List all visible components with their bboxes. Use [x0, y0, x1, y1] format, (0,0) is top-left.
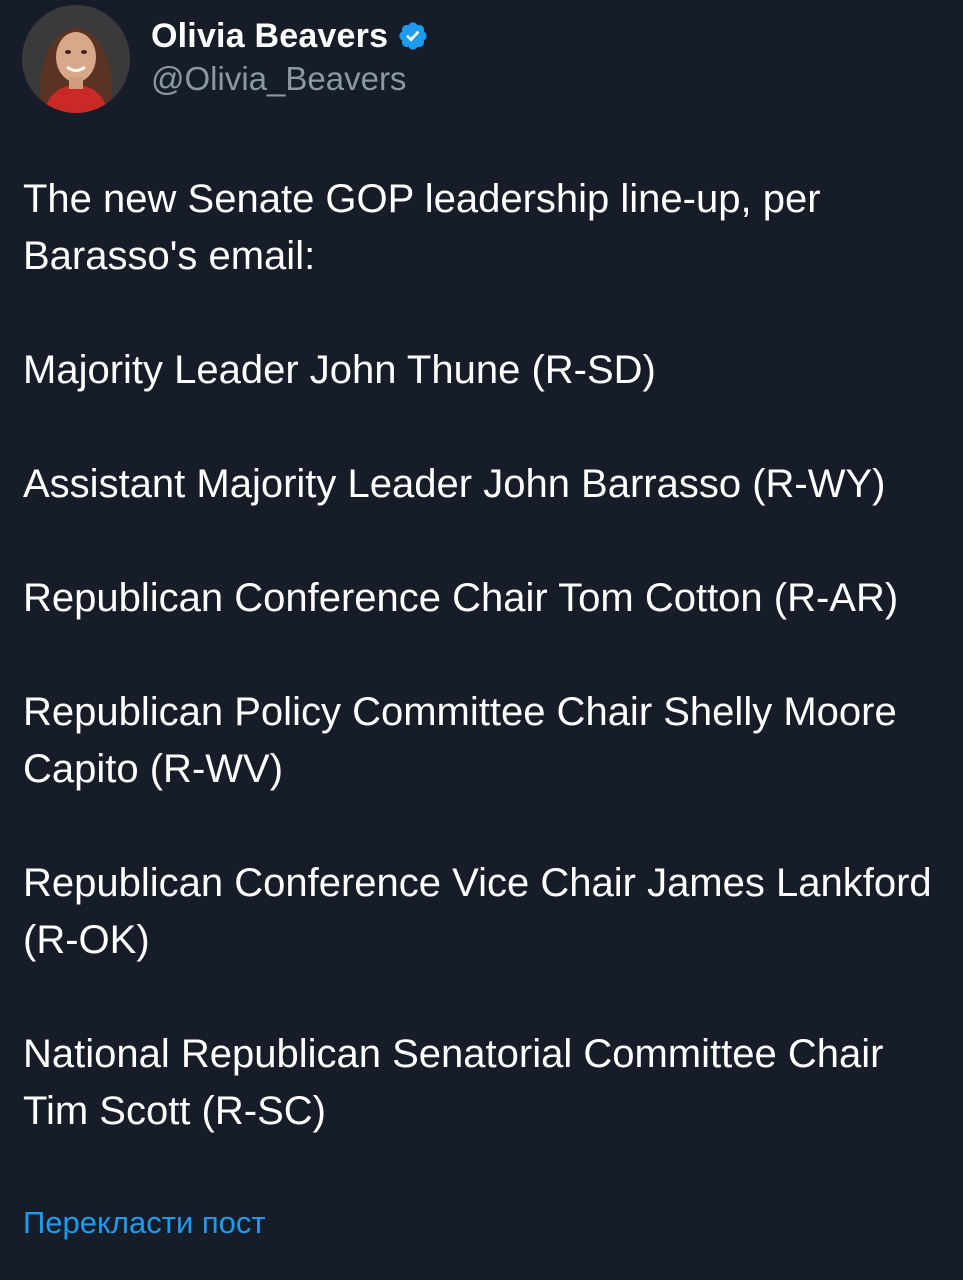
avatar-photo-icon: [22, 5, 130, 113]
tweet-paragraph: Republican Conference Vice Chair James L…: [23, 861, 932, 962]
avatar[interactable]: [22, 5, 130, 113]
display-name-row: Olivia Beavers: [151, 14, 429, 58]
tweet-paragraph: National Republican Senatorial Committee…: [23, 1032, 884, 1133]
verified-badge-icon[interactable]: [397, 20, 429, 52]
tweet-paragraph: Assistant Majority Leader John Barrasso …: [23, 462, 886, 506]
tweet: Olivia Beavers @Olivia_Beavers The new S…: [0, 0, 963, 1280]
tweet-paragraph: Republican Policy Committee Chair Shelly…: [23, 690, 897, 791]
author-names: Olivia Beavers @Olivia_Beavers: [151, 14, 429, 98]
translate-post-link[interactable]: Перекласти пост: [23, 1205, 266, 1241]
author-handle[interactable]: @Olivia_Beavers: [151, 60, 429, 98]
tweet-paragraph: Republican Conference Chair Tom Cotton (…: [23, 576, 899, 620]
display-name[interactable]: Olivia Beavers: [151, 17, 388, 56]
tweet-paragraph: Majority Leader John Thune (R-SD): [23, 348, 656, 392]
tweet-text: The new Senate GOP leadership line-up, p…: [23, 171, 948, 1140]
tweet-header: Olivia Beavers @Olivia_Beavers: [22, 4, 429, 114]
tweet-paragraph: The new Senate GOP leadership line-up, p…: [23, 177, 821, 278]
